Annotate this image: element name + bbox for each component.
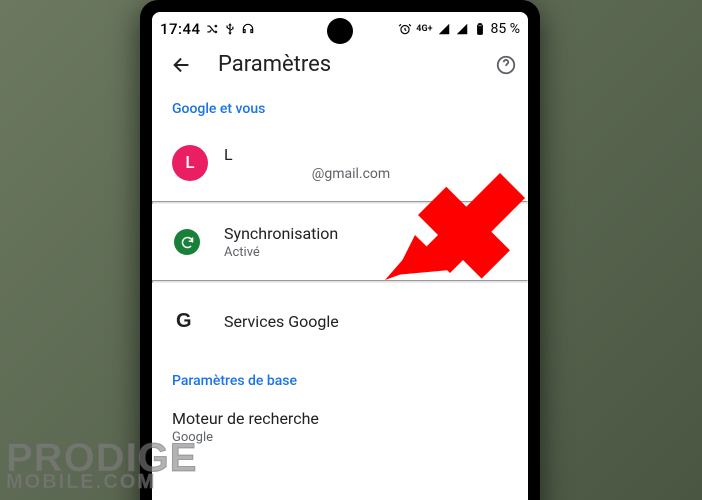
clock: 17:44 xyxy=(160,20,201,38)
signal-icon-1 xyxy=(437,22,451,36)
watermark: PRODIGE MOBILE.COM xyxy=(6,439,197,492)
sync-row[interactable]: Synchronisation Activé xyxy=(152,204,528,280)
signal-icon-2 xyxy=(455,22,469,36)
back-button[interactable] xyxy=(170,53,194,77)
usb-icon xyxy=(223,22,237,36)
battery-icon xyxy=(473,22,487,36)
help-button[interactable] xyxy=(494,53,518,77)
search-engine-label: Moteur de recherche xyxy=(172,409,508,428)
screen: 17:44 4G+ xyxy=(152,12,528,500)
alarm-icon xyxy=(398,22,412,36)
phone-frame: 17:44 4G+ xyxy=(140,0,540,500)
avatar: L xyxy=(172,145,208,181)
sync-icon xyxy=(174,229,200,255)
google-services-label: Services Google xyxy=(224,312,508,331)
shuffle-icon xyxy=(205,22,219,36)
google-g-icon: G xyxy=(176,310,192,333)
sync-status: Activé xyxy=(224,245,508,260)
camera-notch xyxy=(327,18,353,44)
battery-percentage: 85 % xyxy=(491,21,520,37)
search-engine-value: Google xyxy=(172,430,508,445)
search-engine-row[interactable]: Moteur de recherche Google xyxy=(152,397,528,457)
headset-icon xyxy=(241,22,255,36)
network-type: 4G+ xyxy=(416,25,432,34)
account-row[interactable]: L L @gmail.com xyxy=(152,125,528,201)
app-header: Paramètres xyxy=(152,46,528,87)
watermark-line-2: MOBILE.COM xyxy=(6,471,156,493)
sync-label: Synchronisation xyxy=(224,224,508,243)
page-title: Paramètres xyxy=(218,52,494,77)
section-base-label: Paramètres de base xyxy=(152,359,528,397)
section-google-label: Google et vous xyxy=(152,87,528,125)
account-email: @gmail.com xyxy=(224,166,508,182)
account-name: L xyxy=(224,145,508,164)
google-services-row[interactable]: G Services Google xyxy=(152,283,528,359)
